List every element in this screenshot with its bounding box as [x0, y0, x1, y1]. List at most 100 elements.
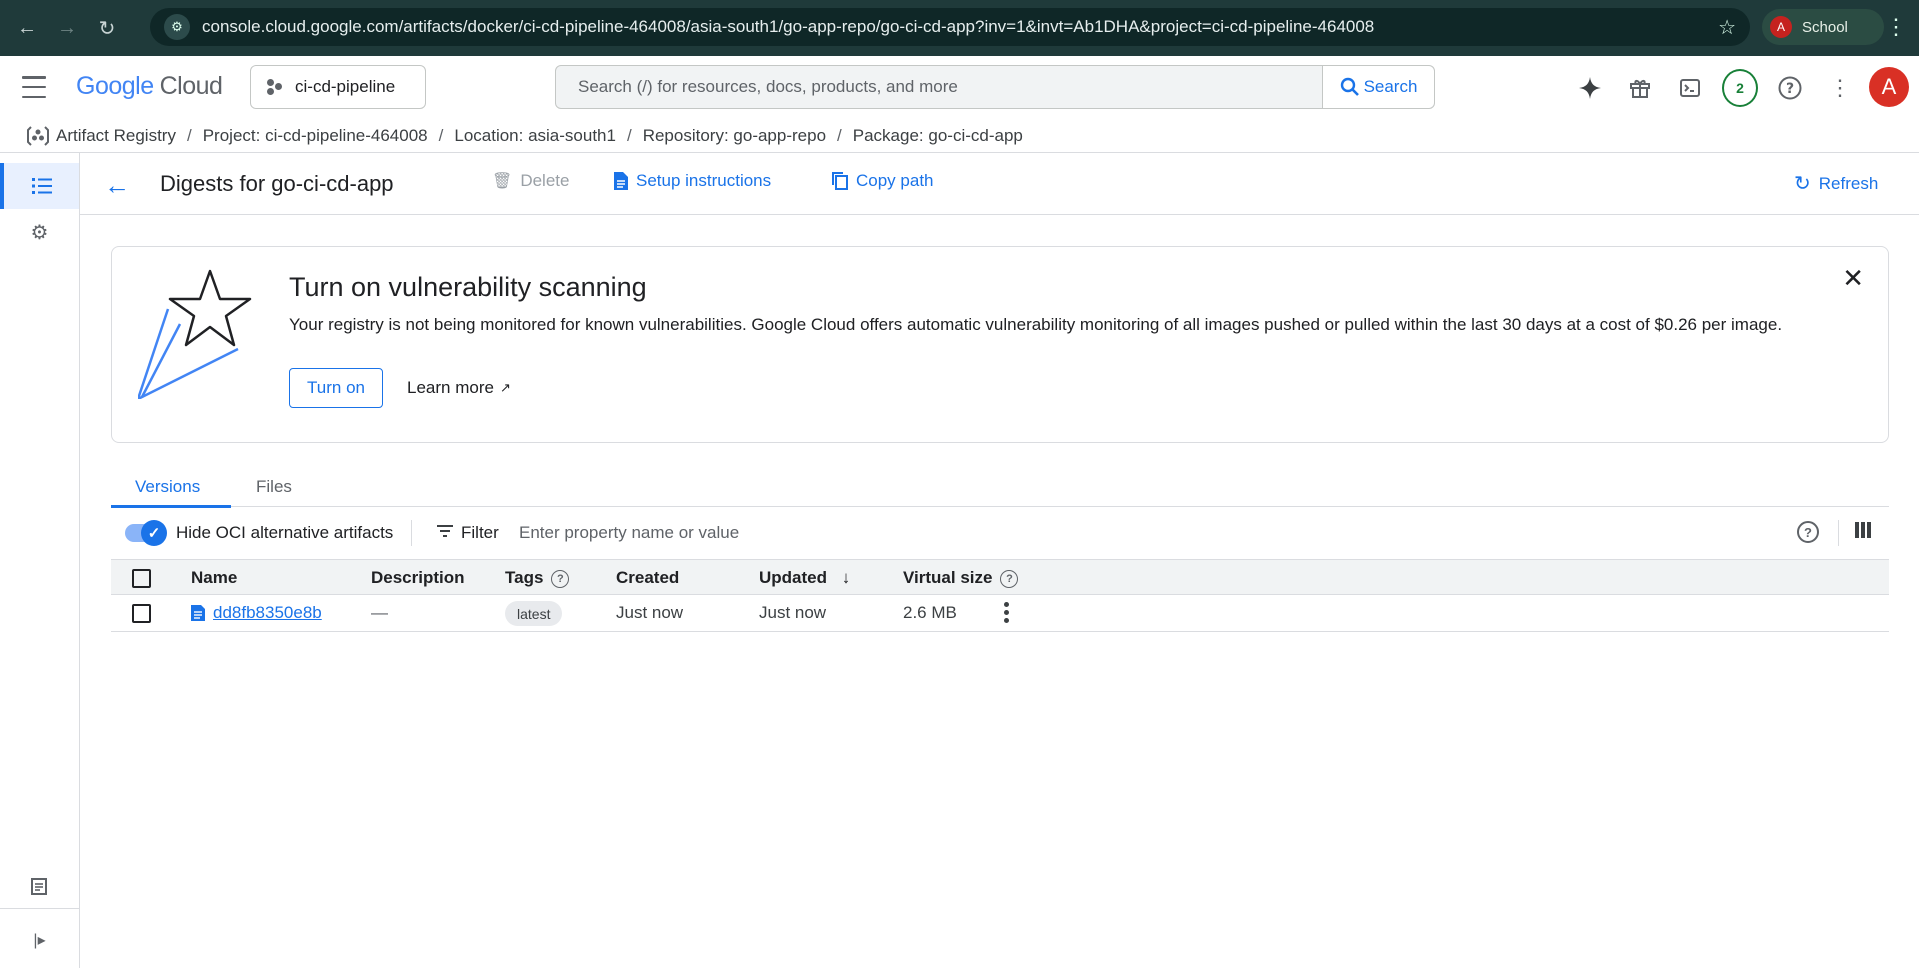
column-header-created[interactable]: Created	[616, 568, 679, 588]
breadcrumb-item-repository[interactable]: Repository: go-app-repo	[643, 126, 826, 146]
search-icon	[1340, 77, 1359, 96]
table-row: dd8fb8350e8b — latest Just now Just now …	[111, 595, 1889, 632]
more-vert-icon[interactable]: ⋮	[1822, 70, 1858, 106]
nav-list-item[interactable]	[0, 163, 79, 209]
project-selector[interactable]: ci-cd-pipeline	[250, 65, 426, 109]
turn-on-button[interactable]: Turn on	[289, 368, 383, 408]
tab-files[interactable]: Files	[256, 477, 292, 497]
address-bar[interactable]: ⚙ console.cloud.google.com/artifacts/doc…	[150, 8, 1750, 46]
page-title: Digests for go-ci-cd-app	[160, 171, 394, 196]
close-icon[interactable]: ✕	[1842, 263, 1864, 294]
breadcrumb-separator: /	[626, 126, 632, 145]
search-input[interactable]: Search (/) for resources, docs, products…	[556, 77, 1322, 97]
filter-button[interactable]: Filter	[437, 523, 499, 543]
rail-divider	[0, 908, 79, 909]
main-menu-icon[interactable]	[22, 76, 46, 98]
gift-icon[interactable]	[1622, 70, 1658, 106]
cloud-shell-icon[interactable]	[1672, 70, 1708, 106]
page-toolbar: ← Digests for go-ci-cd-app 🗑 Delete Setu…	[80, 153, 1919, 215]
help-icon[interactable]: ?	[1772, 70, 1808, 106]
expand-icon: |▸	[33, 932, 46, 949]
created-cell: Just now	[616, 603, 684, 622]
tab-versions[interactable]: Versions	[135, 477, 200, 497]
breadcrumb-separator: /	[438, 126, 444, 145]
select-all-checkbox[interactable]	[132, 569, 151, 588]
filter-label: Filter	[461, 523, 499, 542]
digest-link[interactable]: dd8fb8350e8b	[213, 603, 322, 623]
filter-input[interactable]: Enter property name or value	[519, 523, 739, 543]
banner-title: Turn on vulnerability scanning	[289, 272, 647, 302]
project-name: ci-cd-pipeline	[295, 77, 396, 96]
row-checkbox[interactable]	[132, 604, 151, 623]
search-button[interactable]: Search	[1322, 66, 1434, 108]
refresh-label: Refresh	[1818, 173, 1879, 193]
forward-icon[interactable]: →	[50, 11, 84, 45]
gemini-icon[interactable]	[1572, 70, 1608, 106]
refresh-button[interactable]: ↻ Refresh	[1794, 171, 1878, 196]
header-actions: 2 ? ⋮	[1572, 69, 1872, 107]
column-display-icon[interactable]	[1855, 522, 1871, 538]
virtual-size-label: Virtual size	[903, 568, 993, 587]
project-icon	[267, 79, 283, 95]
tab-bar: Versions Files	[111, 465, 1889, 508]
sort-descending-icon: ↓	[841, 568, 851, 587]
help-icon[interactable]: ?	[551, 569, 570, 588]
url-text: console.cloud.google.com/artifacts/docke…	[202, 17, 1375, 36]
nav-release-notes-item[interactable]	[0, 866, 79, 906]
column-header-virtual-size[interactable]: Virtual size?	[903, 568, 1019, 588]
setup-instructions-button[interactable]: Setup instructions	[614, 171, 771, 191]
notifications-badge[interactable]: 2	[1722, 69, 1758, 107]
back-icon[interactable]: ←	[10, 11, 44, 45]
help-icon[interactable]: ?	[1000, 569, 1019, 588]
delete-label: Delete	[520, 171, 570, 190]
bookmark-star-icon[interactable]: ☆	[1718, 15, 1736, 40]
profile-avatar: A	[1770, 16, 1792, 38]
trash-icon: 🗑	[492, 173, 513, 190]
row-actions-icon[interactable]	[1004, 602, 1009, 623]
copy-path-label: Copy path	[856, 171, 934, 190]
table-header: Name Description Tags? Created Updated ↓…	[111, 559, 1889, 595]
vulnerability-banner: Turn on vulnerability scanning Your regi…	[111, 246, 1889, 443]
breadcrumb-item-registry[interactable]: Artifact Registry	[56, 126, 176, 146]
copy-path-button[interactable]: Copy path	[832, 171, 934, 191]
profile-name: School	[1802, 18, 1848, 36]
column-header-updated[interactable]: Updated ↓	[759, 568, 850, 588]
divider	[411, 520, 412, 546]
breadcrumb-item-project[interactable]: Project: ci-cd-pipeline-464008	[203, 126, 428, 146]
breadcrumb-separator: /	[837, 126, 842, 145]
browser-profile-button[interactable]: A School	[1762, 9, 1884, 45]
tag-chip[interactable]: latest	[505, 601, 563, 626]
external-link-icon: ↗	[499, 380, 511, 395]
user-avatar[interactable]: A	[1869, 67, 1909, 107]
google-cloud-logo[interactable]: Google Cloud	[76, 72, 223, 101]
reload-icon[interactable]: ↻	[90, 11, 124, 45]
search-bar[interactable]: Search (/) for resources, docs, products…	[555, 65, 1435, 109]
svg-text:?: ?	[1786, 81, 1794, 97]
hide-oci-toggle[interactable]: ✓	[125, 520, 167, 546]
list-icon	[31, 178, 52, 194]
document-icon	[614, 172, 628, 190]
copy-icon	[832, 172, 848, 190]
nav-settings-item[interactable]: ⚙	[0, 212, 79, 252]
site-info-icon[interactable]: ⚙	[164, 14, 190, 40]
digest-name-cell[interactable]: dd8fb8350e8b	[191, 603, 322, 623]
active-tab-indicator	[111, 505, 231, 508]
refresh-icon: ↻	[1794, 173, 1811, 195]
column-header-tags[interactable]: Tags?	[505, 568, 570, 588]
logo-google: Google	[76, 72, 154, 100]
back-arrow-icon[interactable]: ←	[104, 170, 130, 201]
gear-icon: ⚙	[30, 221, 49, 244]
help-icon[interactable]: ?	[1797, 521, 1819, 543]
banner-description: Your registry is not being monitored for…	[289, 315, 1783, 334]
filter-row: ✓ Hide OCI alternative artifacts Filter …	[111, 510, 1889, 556]
breadcrumb-item-location[interactable]: Location: asia-south1	[454, 126, 616, 146]
divider	[1838, 520, 1839, 546]
search-button-label: Search	[1363, 77, 1418, 96]
expand-nav-button[interactable]: |▸	[0, 920, 79, 960]
delete-button[interactable]: 🗑 Delete	[492, 171, 569, 191]
learn-more-link[interactable]: Learn more ↗	[407, 378, 511, 398]
column-header-name[interactable]: Name	[191, 568, 237, 588]
column-header-description[interactable]: Description	[371, 568, 465, 588]
updated-label: Updated	[759, 568, 827, 587]
browser-menu-icon[interactable]: ⋮	[1885, 14, 1907, 40]
